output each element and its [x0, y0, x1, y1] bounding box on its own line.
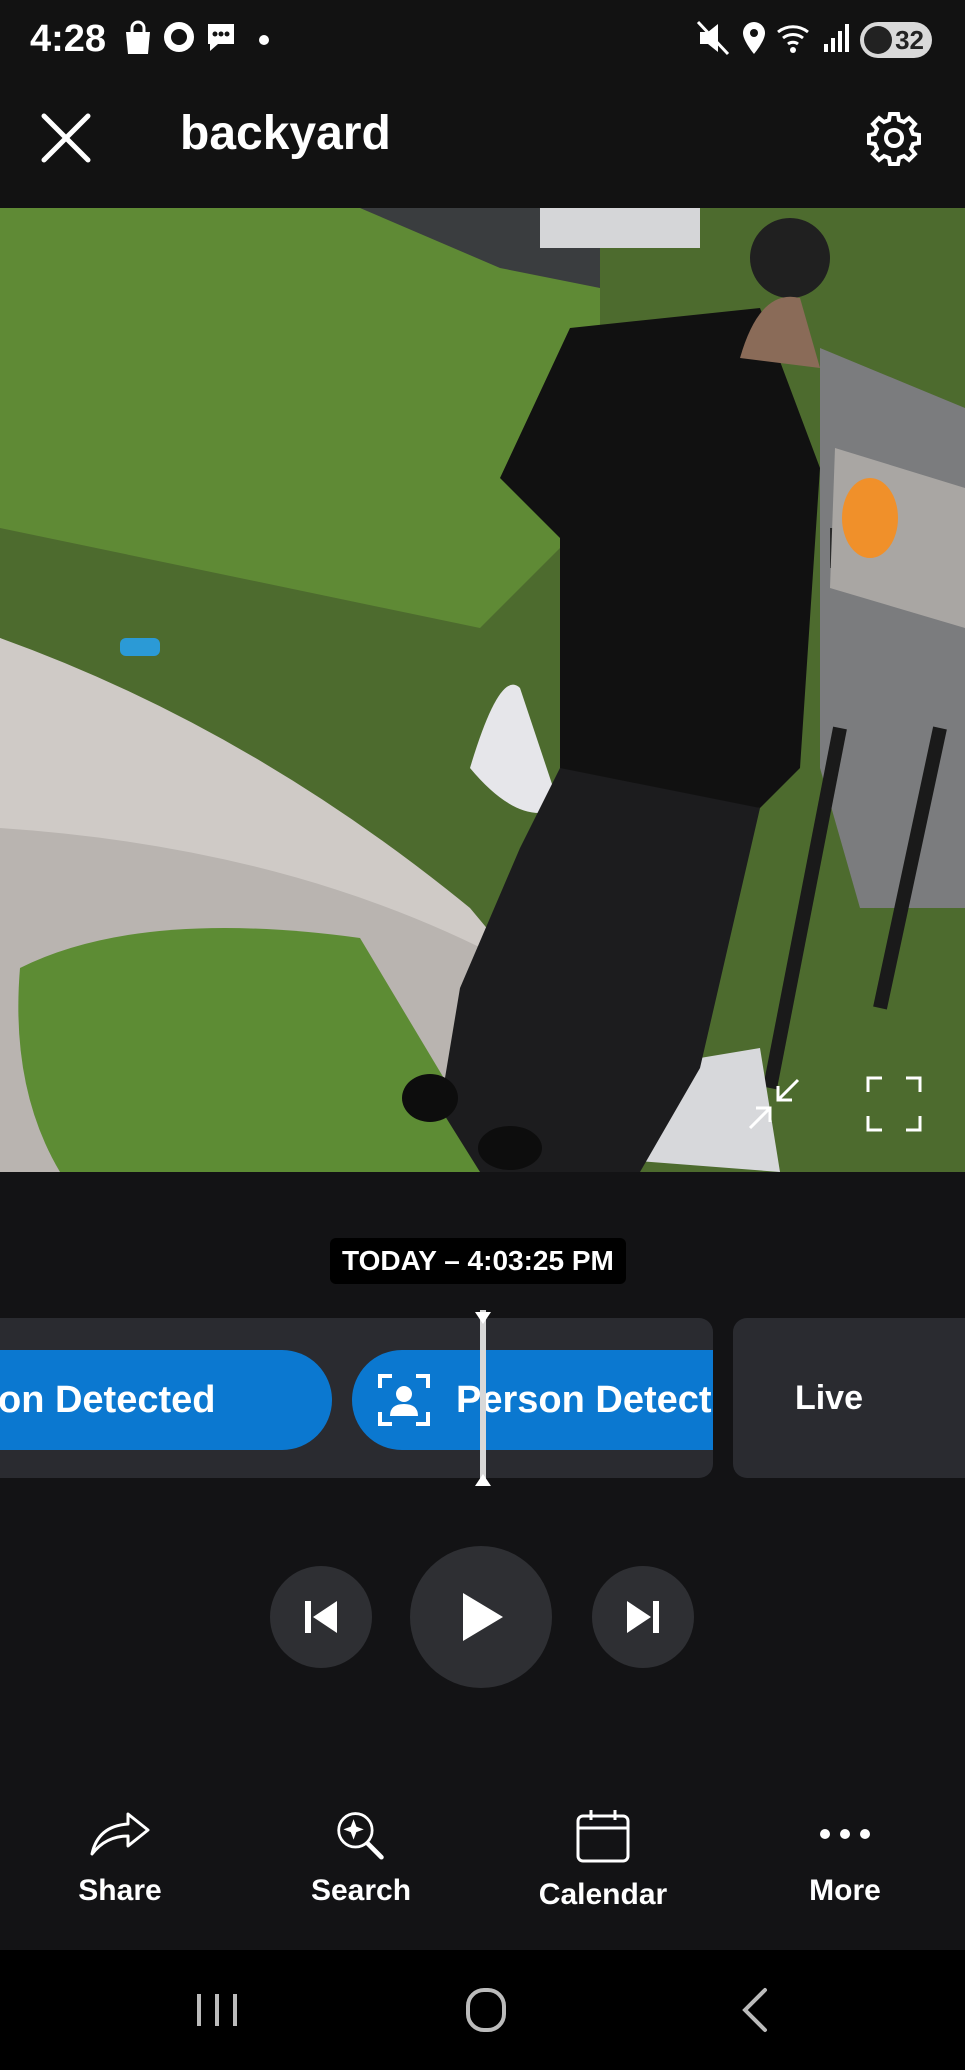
shopping-bag-icon	[126, 20, 150, 54]
wifi-icon	[777, 25, 809, 53]
back-icon	[742, 1988, 767, 2032]
close-icon	[41, 113, 91, 163]
fullscreen-button[interactable]	[864, 1074, 924, 1134]
location-icon	[743, 22, 765, 54]
home-button[interactable]	[446, 1980, 526, 2040]
search-label: Search	[310, 1874, 412, 1907]
share-button[interactable]: Share	[20, 1780, 220, 1908]
status-bar: 4:28 32	[0, 0, 965, 80]
minimize-arrows-icon	[748, 1078, 800, 1130]
more-label: More	[809, 1874, 881, 1907]
timeline-event-chip[interactable]: Person Detect	[352, 1350, 713, 1450]
page-title: backyard	[180, 107, 391, 160]
play-icon	[463, 1593, 503, 1641]
settings-button[interactable]	[866, 110, 922, 166]
exit-fullscreen-button[interactable]	[744, 1074, 804, 1134]
status-time: 4:28	[30, 18, 107, 60]
search-button[interactable]: Search	[261, 1780, 461, 1908]
more-icon	[820, 1829, 870, 1839]
mute-icon	[696, 20, 730, 56]
camera-frame-image	[0, 208, 965, 1172]
event-chip-label: Person Detect	[456, 1378, 712, 1421]
next-event-button[interactable]	[592, 1566, 694, 1668]
person-detect-icon	[378, 1374, 430, 1426]
timeline-playhead[interactable]	[480, 1310, 486, 1486]
battery-saver-icon	[864, 26, 892, 54]
event-timeline[interactable]: on Detected Person Detect	[0, 1318, 713, 1478]
skip-next-icon	[627, 1601, 659, 1633]
back-button[interactable]	[717, 1980, 797, 2040]
event-chip-label: on Detected	[0, 1378, 216, 1421]
skip-previous-icon	[305, 1601, 337, 1633]
system-nav-bar	[0, 1950, 965, 2070]
action-bar: Share Search Calendar More	[0, 1780, 965, 1950]
share-label: Share	[78, 1874, 162, 1907]
playback-timestamp: TODAY – 4:03:25 PM	[330, 1238, 626, 1284]
timeline-event-chip[interactable]: on Detected	[0, 1350, 332, 1450]
live-button[interactable]: Live	[733, 1318, 965, 1478]
video-player[interactable]	[0, 208, 965, 1172]
search-icon	[337, 1812, 384, 1860]
chat-bubble-icon	[208, 24, 234, 51]
share-icon	[90, 1812, 150, 1856]
calendar-button[interactable]: Calendar	[503, 1780, 703, 1912]
calendar-icon	[576, 1810, 630, 1863]
previous-event-button[interactable]	[270, 1566, 372, 1668]
dot-icon	[259, 35, 269, 45]
play-button[interactable]	[410, 1546, 552, 1688]
app-notification-icon	[164, 22, 194, 52]
more-button[interactable]: More	[745, 1780, 945, 1908]
battery-indicator: 32	[860, 22, 932, 58]
playhead-top-marker	[475, 1312, 491, 1324]
close-button[interactable]	[36, 108, 96, 168]
recent-apps-button[interactable]	[177, 1980, 257, 2040]
battery-level: 32	[895, 25, 924, 55]
calendar-label: Calendar	[538, 1878, 668, 1911]
gear-icon	[867, 112, 921, 166]
header: backyard	[0, 80, 965, 208]
home-icon	[466, 1988, 506, 2032]
recent-apps-icon	[197, 1994, 237, 2026]
signal-icon	[824, 24, 849, 52]
playhead-bottom-marker	[475, 1474, 491, 1486]
fullscreen-frame-icon	[866, 1076, 922, 1132]
